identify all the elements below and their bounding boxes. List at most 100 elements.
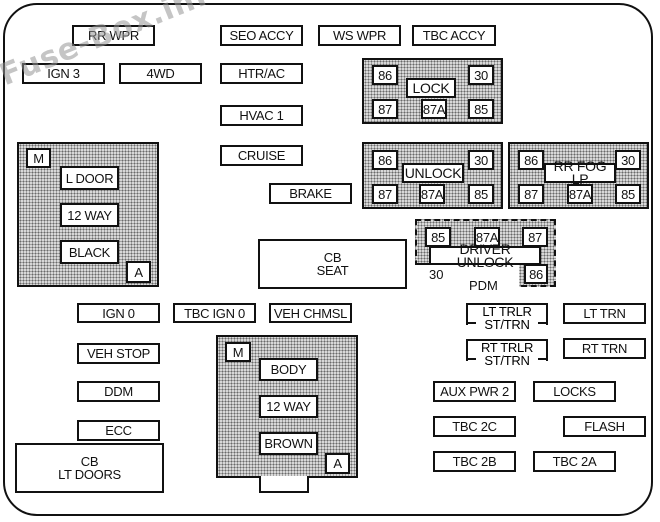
- fuse-tbc-accy[interactable]: TBC ACCY: [412, 25, 496, 46]
- fuse-label: CRUISE: [237, 148, 286, 163]
- fuse-flash[interactable]: FLASH: [563, 416, 646, 437]
- pin-label: 30: [621, 152, 635, 168]
- relay-rr-fog-lp[interactable]: 86 30 RR FOG LP 87 87A 85: [508, 142, 649, 209]
- fuse-label: IGN 0: [102, 305, 135, 321]
- relay-name: RR FOG LP: [544, 159, 616, 186]
- pin-86: 86: [372, 65, 398, 85]
- fuse-locks[interactable]: LOCKS: [533, 381, 616, 402]
- fuse-rt-trn[interactable]: RT TRN: [563, 338, 646, 359]
- pin-label: 87: [378, 101, 392, 117]
- pin-85: 85: [468, 99, 494, 119]
- pin-87: 87: [518, 184, 544, 204]
- pdm-label: PDM: [466, 278, 501, 293]
- fuse-tbc-ign-0[interactable]: TBC IGN 0: [173, 303, 256, 323]
- pin-30: 30: [468, 150, 494, 170]
- fuse-4wd[interactable]: 4WD: [119, 63, 202, 84]
- pin-label: 30: [474, 67, 488, 83]
- fuse-hvac-1[interactable]: HVAC 1: [220, 105, 303, 126]
- fuse-label: RT TRN: [581, 341, 628, 356]
- fuse-veh-chmsl[interactable]: VEH CHMSL: [269, 303, 352, 323]
- fuse-label: TBC ACCY: [422, 28, 486, 43]
- fuse-label: HTR/AC: [238, 66, 285, 81]
- connector-label: BODY: [270, 362, 307, 377]
- connector-label: 12 WAY: [67, 207, 112, 223]
- connector-label: BLACK: [68, 244, 111, 260]
- fuse-label: ST/TRN: [482, 317, 532, 332]
- fuse-lt-trlr-label: LT TRLR ST/TRN: [466, 303, 548, 335]
- pin-label: 85: [474, 101, 488, 117]
- pin-30: 30: [615, 150, 641, 170]
- bracket-foot: [466, 358, 476, 360]
- fuse-label: VEH STOP: [86, 346, 151, 361]
- fuse-label: 4WD: [146, 66, 175, 81]
- circuit-breaker-lt-doors[interactable]: CB LT DOORS: [15, 443, 164, 493]
- pin-label: 87: [524, 186, 538, 202]
- connector-label: BROWN: [264, 436, 313, 451]
- connector-l-door[interactable]: M L DOOR 12 WAY BLACK A: [17, 142, 159, 287]
- pin-label: 85: [621, 186, 635, 202]
- fuse-label: AUX PWR 2: [440, 384, 509, 399]
- marker-label: M: [232, 344, 244, 360]
- relay-unlock[interactable]: 86 30 UNLOCK 87 87A 85: [362, 142, 503, 209]
- pin-87: 87: [372, 184, 398, 204]
- pin-86: 86: [524, 264, 548, 284]
- pin-label: 30: [474, 152, 488, 168]
- relay-lock[interactable]: 86 30 LOCK 87 87A 85: [362, 58, 503, 124]
- pin-85: 85: [615, 184, 641, 204]
- fuse-label: LT TRN: [583, 306, 626, 321]
- connector-body[interactable]: M BODY 12 WAY BROWN A: [216, 335, 358, 478]
- connector-label: 12 WAY: [266, 399, 311, 414]
- fuse-htr-ac[interactable]: HTR/AC: [220, 63, 303, 84]
- connector-label-2: 12 WAY: [60, 203, 119, 227]
- fuse-ddm[interactable]: DDM: [77, 381, 160, 402]
- relay-label: DRIVER UNLOCK: [456, 240, 514, 270]
- connector-label-2: 12 WAY: [259, 395, 318, 418]
- connector-label-1: BODY: [259, 358, 318, 381]
- fuse-ecc[interactable]: ECC: [77, 420, 160, 441]
- pin-label: 86: [529, 266, 543, 282]
- relay-name: DRIVER UNLOCK: [429, 242, 541, 269]
- fuse-tbc-2a[interactable]: TBC 2A: [533, 451, 616, 472]
- fuse-tbc-2b[interactable]: TBC 2B: [433, 451, 516, 472]
- fuse-label: TBC 2B: [452, 454, 497, 469]
- relay-label: LOCK: [412, 79, 450, 96]
- pin-label: 87: [378, 186, 392, 202]
- connector-a-marker: A: [325, 453, 350, 474]
- relay-name: LOCK: [406, 78, 456, 98]
- pin-86: 86: [518, 150, 544, 170]
- fuse-label: DDM: [104, 384, 133, 399]
- connector-label-3: BROWN: [259, 432, 318, 455]
- fuse-lt-trn[interactable]: LT TRN: [563, 303, 646, 324]
- pin-label: 87A: [422, 101, 446, 117]
- relay-label: UNLOCK: [404, 164, 462, 181]
- fuse-veh-stop[interactable]: VEH STOP: [77, 343, 160, 364]
- fuse-label: WS WPR: [332, 28, 387, 43]
- marker-label: M: [33, 150, 44, 166]
- connector-label-3: BLACK: [60, 240, 119, 264]
- pin-30: 30: [468, 65, 494, 85]
- fuse-cruise[interactable]: CRUISE: [220, 145, 303, 166]
- fuse-label: TBC IGN 0: [184, 305, 245, 321]
- fuse-tbc-2c[interactable]: TBC 2C: [433, 416, 516, 437]
- fuse-label: TBC 2C: [452, 419, 497, 434]
- pin-label: 87A: [568, 186, 592, 202]
- pin-label: 86: [378, 67, 392, 83]
- circuit-breaker-seat[interactable]: CB SEAT: [258, 239, 407, 289]
- fuse-ign-0[interactable]: IGN 0: [77, 303, 160, 323]
- fuse-seo-accy[interactable]: SEO ACCY: [220, 25, 303, 46]
- pin-label: 87A: [420, 186, 444, 202]
- bracket-foot: [538, 358, 548, 360]
- bracket-foot: [538, 322, 548, 324]
- fuse-label: VEH CHMSL: [273, 305, 348, 321]
- relay-name: UNLOCK: [402, 163, 464, 183]
- connector-tab: [259, 476, 309, 493]
- fuse-brake[interactable]: BRAKE: [269, 183, 352, 204]
- fuse-aux-pwr-2[interactable]: AUX PWR 2: [433, 381, 516, 402]
- relay-driver-unlock[interactable]: 85 87A 87 DRIVER UNLOCK 30 86: [415, 219, 556, 289]
- marker-label: A: [134, 264, 143, 280]
- pin-label: 85: [474, 186, 488, 202]
- marker-label: A: [333, 456, 342, 471]
- cb-label: LT DOORS: [58, 467, 121, 482]
- pin-87a: 87A: [567, 184, 593, 204]
- fuse-ws-wpr[interactable]: WS WPR: [318, 25, 401, 46]
